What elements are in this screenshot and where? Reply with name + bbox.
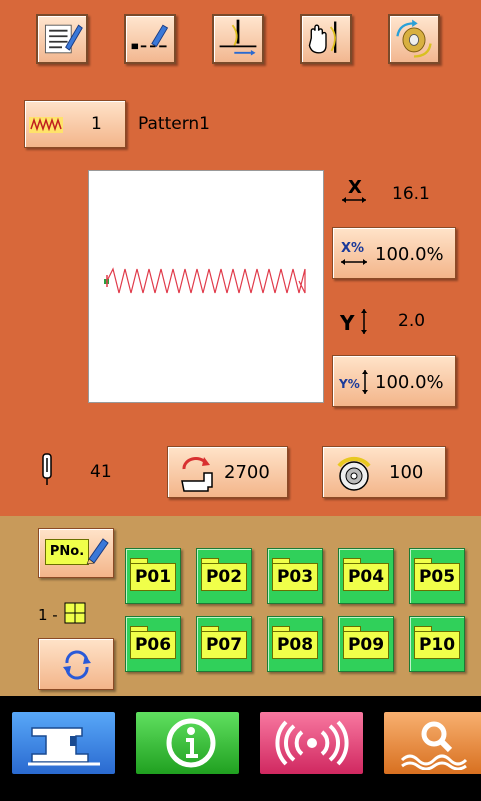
x-scale-button[interactable]: X% 100.0% [332,227,456,279]
pattern-name: Pattern1 [138,114,210,134]
pattern-edit-icon [44,24,83,54]
speed-button[interactable]: 2700 [167,446,288,498]
folder-p05[interactable]: P05 [409,548,465,604]
y-value: 2.0 [398,311,426,331]
folder-p04[interactable]: P04 [338,548,394,604]
y-scale-button[interactable]: Y% 100.0% [332,355,456,407]
folder-p08[interactable]: P08 [267,616,323,672]
bobbin-winder-button[interactable] [388,14,440,64]
y-percent-icon: Y% [338,370,368,394]
refresh-button[interactable] [38,638,114,690]
svg-text:Y%: Y% [338,377,360,391]
folder-p10[interactable]: P10 [409,616,465,672]
folder-label: P02 [201,563,247,591]
x-length-icon: X [342,177,366,203]
sewing-mode-button[interactable] [12,712,115,774]
folder-label: P10 [414,631,460,659]
pattern-select-button[interactable]: 1 [24,100,126,148]
manual-needle-button[interactable] [300,14,352,64]
folder-label: P08 [272,631,318,659]
grid-view-icon[interactable] [64,602,86,624]
speed-value: 2700 [224,462,270,483]
stitch-edit-button[interactable] [124,14,176,64]
sewing-machine-icon [28,727,100,766]
communication-button[interactable] [260,712,363,774]
folder-label: P04 [343,563,389,591]
refresh-icon [63,650,91,680]
folder-label: P05 [414,563,460,591]
pattern-number: 1 [91,114,102,134]
x-value: 16.1 [392,184,430,204]
bobbin-winder-icon [396,19,432,58]
pattern-preview [88,170,324,403]
folder-p03[interactable]: P03 [267,548,323,604]
page-indicator: 1 - [38,606,58,624]
folder-p01[interactable]: P01 [125,548,181,604]
needle-feed-button[interactable] [212,14,264,64]
y-percent-value: 100.0% [375,372,444,393]
svg-text:X%: X% [341,241,364,256]
stitch-edit-icon [131,24,169,50]
folder-p07[interactable]: P07 [196,616,252,672]
folder-p06[interactable]: P06 [125,616,181,672]
x-percent-icon: X% [341,241,367,265]
needle-feed-icon [219,19,257,56]
svg-text:Y: Y [339,311,355,335]
tension-value: 100 [389,462,424,483]
svg-text:X: X [348,177,362,198]
search-icon [400,721,468,770]
speed-icon [181,457,213,492]
tension-button[interactable]: 100 [322,446,446,498]
folder-label: P03 [272,563,318,591]
needle-count: 41 [90,462,112,482]
folder-label: P09 [343,631,389,659]
manual-needle-icon [308,21,337,54]
folder-p02[interactable]: P02 [196,548,252,604]
pencil-icon [86,538,109,565]
folder-p09[interactable]: P09 [338,616,394,672]
pno-button[interactable]: PNo. [38,528,114,578]
folder-label: P01 [130,563,176,591]
info-button[interactable] [136,712,239,774]
x-percent-value: 100.0% [375,244,444,265]
pattern-edit-button[interactable] [36,14,88,64]
communication-icon [275,720,349,766]
zigzag-pattern-icon [29,117,63,133]
needle-icon [42,453,52,485]
search-button[interactable] [384,712,481,774]
tension-dial-icon [337,456,371,491]
zigzag-stitch-preview [104,267,306,294]
y-length-icon: Y [339,309,367,335]
folder-label: P06 [130,631,176,659]
folder-label: P07 [201,631,247,659]
pno-label: PNo. [45,539,89,565]
info-icon [166,718,216,768]
